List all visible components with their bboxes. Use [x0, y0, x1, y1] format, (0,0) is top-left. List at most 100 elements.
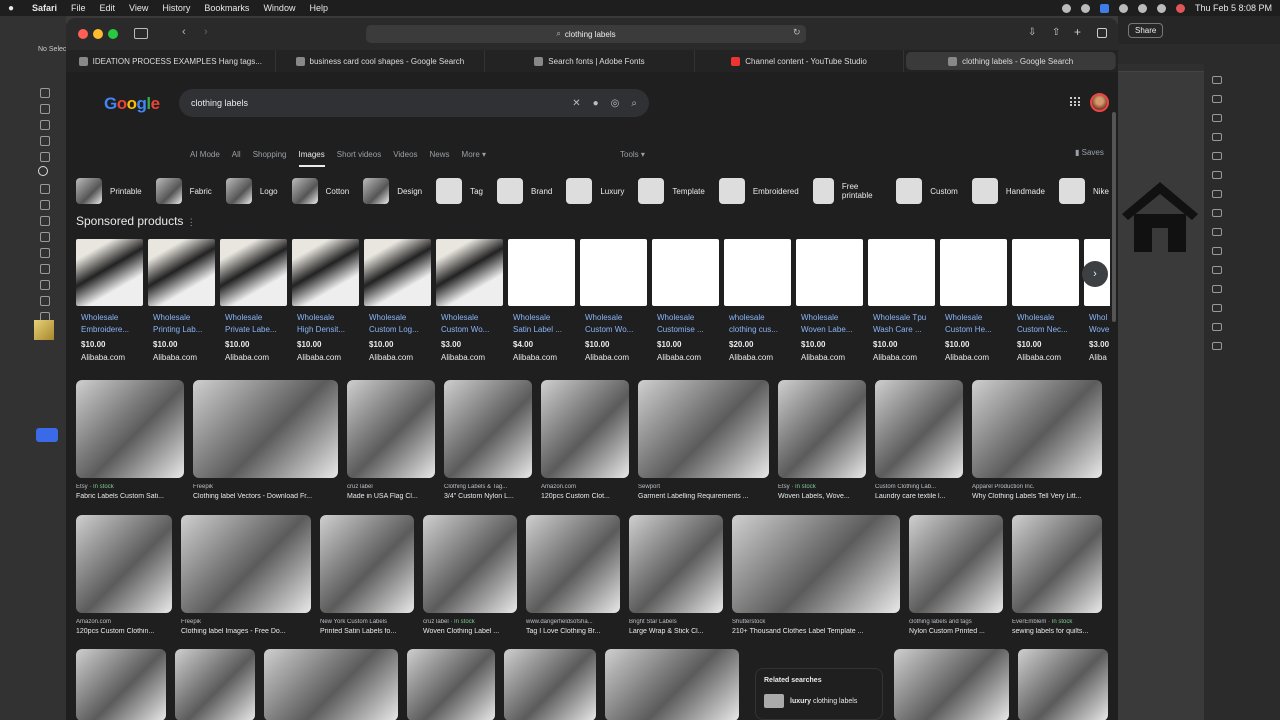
product-image[interactable] [364, 239, 431, 306]
image-result[interactable]: Etsy · In stock Fabric Labels Custom Sati… [76, 380, 184, 500]
product-card[interactable]: Wholesale Private Labe... $10.00 Alibaba.co… [220, 239, 287, 379]
forward-icon[interactable]: › [204, 26, 208, 38]
product-title-line2[interactable]: Custom Wo... [585, 324, 647, 336]
chip-free-printable[interactable]: Free printable [812, 178, 892, 204]
rotate-tool-icon[interactable] [40, 200, 50, 210]
search-icon[interactable] [1137, 3, 1147, 13]
search-icon[interactable]: ⌕ [631, 98, 637, 109]
product-title-line2[interactable]: Custom He... [945, 324, 1007, 336]
menu-file[interactable]: File [71, 3, 86, 13]
product-image[interactable] [796, 239, 863, 306]
google-logo[interactable]: Google [104, 94, 160, 114]
result-source[interactable]: Amazon.com [76, 619, 172, 625]
result-thumbnail[interactable] [347, 380, 435, 478]
result-thumbnail[interactable] [778, 380, 866, 478]
product-title-line1[interactable]: Wholesale [945, 312, 1007, 324]
result-thumbnail[interactable] [629, 515, 723, 613]
creative-cloud-icon[interactable] [1080, 3, 1090, 13]
chip-design[interactable]: Design [363, 178, 432, 204]
product-title-line2[interactable]: Custom Nec... [1017, 324, 1079, 336]
result-title[interactable]: Woven Clothing Label ... [423, 628, 517, 635]
product-title-line2[interactable]: Woven Labe... [801, 324, 863, 336]
image-result[interactable]: Amazon.com 120pcs Custom Clothin... [76, 515, 172, 635]
result-thumbnail[interactable] [175, 649, 255, 720]
product-title-line2[interactable]: clothing cus... [729, 324, 791, 336]
product-title-line1[interactable]: Wholesale [81, 312, 143, 324]
result-thumbnail[interactable] [732, 515, 900, 613]
shape-builder-tool-icon[interactable] [40, 248, 50, 258]
menu-bookmarks[interactable]: Bookmarks [204, 3, 249, 13]
result-source[interactable]: Custom Clothing Lab... [875, 484, 963, 490]
pathfinder-icon[interactable] [1212, 304, 1222, 312]
product-image[interactable] [220, 239, 287, 306]
tab-youtube-studio[interactable]: Channel content - YouTube Studio [695, 50, 905, 72]
tab-ai-mode[interactable]: AI Mode [190, 150, 220, 167]
image-result[interactable]: Freepik Clothing label Images - Free Do..… [181, 515, 311, 635]
menubar-clock[interactable]: Thu Feb 5 8:08 PM [1195, 3, 1272, 13]
google-apps-icon[interactable] [1070, 97, 1080, 107]
minimize-window-button[interactable] [93, 29, 103, 39]
brushes-icon[interactable] [1212, 152, 1222, 160]
chip-handmade[interactable]: Handmade [971, 178, 1054, 204]
product-title-line1[interactable]: Wholesale [513, 312, 575, 324]
result-source[interactable]: Freepik [181, 619, 311, 625]
type-tool-icon[interactable] [40, 136, 50, 146]
ellipse-tool-icon[interactable] [38, 166, 48, 176]
chip-embroidered[interactable]: Embroidered [718, 178, 808, 204]
product-card[interactable]: wholesale clothing cus... $20.00 Alibaba.co… [724, 239, 791, 379]
product-card[interactable]: Wholesale Custom He... $10.00 Alibaba.com [940, 239, 1007, 379]
appearance-icon[interactable] [1212, 247, 1222, 255]
eyedropper-tool-icon[interactable] [40, 296, 50, 306]
image-result[interactable]: Shutterstock 210+ Thousand Clothes Label … [732, 515, 900, 635]
product-image[interactable] [724, 239, 791, 306]
result-title[interactable]: Laundry care textile l... [875, 493, 963, 500]
result-source[interactable]: Bright Star Labels [629, 619, 723, 625]
tab-more[interactable]: More ▾ [462, 150, 486, 167]
result-title[interactable]: Clothing label Images - Free Do... [181, 628, 311, 635]
address-bar[interactable]: ⌕ clothing labels [366, 25, 806, 43]
result-source[interactable]: Clothing Labels & Tag... [444, 484, 532, 490]
result-source[interactable]: clothing labels and tags [909, 619, 1003, 625]
product-image[interactable] [436, 239, 503, 306]
pen-tool-icon[interactable] [40, 120, 50, 130]
image-result[interactable]: EverEmblem · In stock sewing labels for q… [1012, 515, 1102, 635]
line-tool-icon[interactable] [40, 152, 50, 162]
result-thumbnail[interactable] [76, 515, 172, 613]
result-thumbnail[interactable] [541, 380, 629, 478]
clear-search-icon[interactable]: ✕ [572, 98, 580, 109]
image-result[interactable]: Clothing Labels & Tag... 3/4" Custom Nylo… [444, 380, 532, 500]
product-card[interactable]: Wholesale Custom Log... $10.00 Alibaba.com [364, 239, 431, 379]
result-title[interactable]: Made in USA Flag Cl... [347, 493, 435, 500]
product-title-line2[interactable]: Embroidere... [81, 324, 143, 336]
result-source[interactable]: Etsy · In stock [76, 484, 184, 490]
share-icon[interactable]: ⇧ [1052, 27, 1060, 38]
image-result[interactable]: Bright Star Labels Large Wrap & Stick Cl.… [629, 515, 723, 635]
downloads-icon[interactable]: ⇩ [1028, 27, 1036, 38]
tab-ideation[interactable]: IDEATION PROCESS EXAMPLES Hang tags... [66, 50, 276, 72]
product-title-line2[interactable]: Satin Label ... [513, 324, 575, 336]
swatches-icon[interactable] [1212, 133, 1222, 141]
result-title[interactable]: 120pcs Custom Clothin... [76, 628, 172, 635]
product-title-line1[interactable]: Wholesale [297, 312, 359, 324]
fill-color-swatch[interactable] [34, 320, 54, 340]
chip-logo[interactable]: Logo [225, 178, 287, 204]
result-source[interactable]: Freepik [193, 484, 338, 490]
product-title-line1[interactable]: wholesale [729, 312, 791, 324]
product-card[interactable]: Wholesale Woven Labe... $10.00 Alibaba.com [796, 239, 863, 379]
tab-news[interactable]: News [430, 150, 450, 167]
tab-short-videos[interactable]: Short videos [337, 150, 381, 167]
product-title-line1[interactable]: Wholesale [585, 312, 647, 324]
product-card[interactable]: Wholesale Custom Nec... $10.00 Alibaba.com [1012, 239, 1079, 379]
result-thumbnail[interactable] [638, 380, 769, 478]
product-card[interactable]: Wholesale Tpu Wash Care ... $10.00 Alibaba.… [868, 239, 935, 379]
image-result[interactable] [605, 649, 739, 720]
product-title-line2[interactable]: High Densit... [297, 324, 359, 336]
back-icon[interactable]: ‹ [182, 26, 186, 38]
image-result[interactable]: New York Custom Labels Printed Satin Labe… [320, 515, 414, 635]
libraries-icon[interactable] [1212, 95, 1222, 103]
image-result[interactable] [175, 649, 255, 720]
product-image[interactable] [940, 239, 1007, 306]
product-title-line1[interactable]: Wholesale [153, 312, 215, 324]
result-thumbnail[interactable] [1012, 515, 1102, 613]
tab-business-card[interactable]: business card cool shapes - Google Searc… [276, 50, 486, 72]
